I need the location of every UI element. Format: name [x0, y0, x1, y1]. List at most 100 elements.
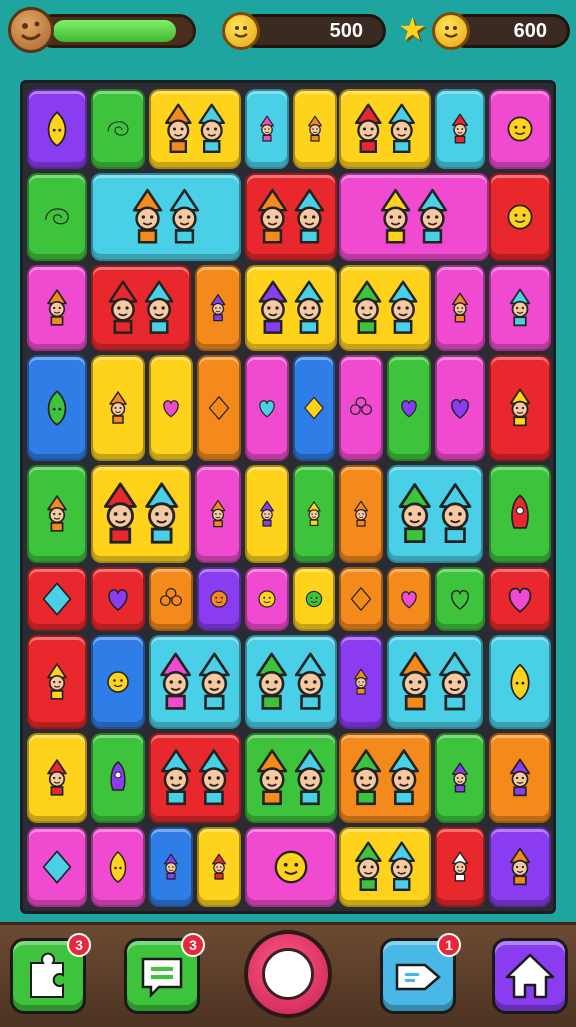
heart-icon	[163, 400, 179, 418]
tile-rocket-green[interactable]	[91, 733, 145, 823]
gnome-pair-icon	[354, 103, 416, 153]
tile-gnome-green[interactable]	[435, 733, 485, 823]
tile-gnome-pair-red[interactable]	[245, 173, 337, 261]
tile-diamond-orange[interactable]	[339, 567, 383, 631]
tile-gnome-orange[interactable]	[339, 465, 383, 563]
tile-diamond-blue[interactable]	[293, 355, 335, 461]
tile-leaf-cyan[interactable]	[489, 635, 551, 729]
tile-gnome-red[interactable]	[489, 355, 551, 461]
tile-gnome-yellow[interactable]	[197, 827, 241, 907]
tile-gnome-red[interactable]	[435, 827, 485, 907]
tile-leaf-purple[interactable]	[27, 89, 87, 169]
tile-heart-green[interactable]	[387, 355, 431, 461]
tile-gnome-pink[interactable]	[195, 465, 241, 563]
tile-heart-pink[interactable]	[245, 355, 289, 461]
tile-heart-red[interactable]	[91, 567, 145, 631]
tile-gnome-pink[interactable]	[489, 265, 551, 351]
gnome-pair-icon	[399, 651, 471, 711]
tile-face-pink[interactable]	[245, 827, 337, 907]
tile-gnome-pair-cyan[interactable]	[91, 173, 241, 261]
tile-gnome-cyan[interactable]	[245, 89, 289, 169]
heart-icon	[401, 400, 417, 418]
tile-diamond-pink[interactable]	[27, 827, 87, 907]
home-button[interactable]	[492, 938, 568, 1014]
leaf-icon	[109, 850, 127, 883]
tile-gnome-pair-pink[interactable]	[339, 173, 489, 261]
face-icon	[274, 850, 308, 884]
tile-gnome-pair-orange[interactable]	[339, 733, 431, 823]
tile-swirl-green[interactable]	[27, 173, 87, 261]
tile-gnome-green[interactable]	[293, 465, 335, 563]
gnome-pair-icon	[256, 652, 326, 710]
tile-gnome-yellow[interactable]	[27, 733, 87, 823]
tile-leaf-pink[interactable]	[91, 827, 145, 907]
face-icon	[305, 590, 323, 608]
tile-gnome-red[interactable]	[27, 635, 87, 729]
tile-gnome-pair-yellow[interactable]	[91, 465, 191, 563]
gnome-icon	[509, 288, 531, 327]
heart-icon	[451, 399, 469, 419]
chat-button[interactable]: 3	[124, 933, 205, 1014]
gnome-pair-icon	[257, 749, 325, 806]
diamond-icon	[42, 582, 72, 616]
tile-face-pink[interactable]	[489, 89, 551, 169]
clover-icon	[160, 588, 182, 606]
tile-face-purple[interactable]	[197, 567, 241, 631]
tile-gnome-purple[interactable]	[339, 635, 383, 729]
ticket-badge: 1	[437, 933, 461, 957]
tile-face-red[interactable]	[489, 173, 551, 261]
cookie-avatar-icon[interactable]	[8, 7, 54, 53]
tile-gnome-pair-yellow[interactable]	[245, 265, 337, 351]
tile-gnome-pink[interactable]	[27, 265, 87, 351]
tile-diamond-red[interactable]	[27, 567, 87, 631]
tile-diamond-orange[interactable]	[197, 355, 241, 461]
tile-gnome-cyan[interactable]	[435, 89, 485, 169]
tile-gnome-pair-cyan[interactable]	[387, 465, 483, 563]
tile-swirl-green[interactable]	[91, 89, 145, 169]
tile-gnome-pair-yellow[interactable]	[339, 827, 431, 907]
gnome-pair-icon	[398, 483, 472, 543]
tile-gnome-pair-cyan[interactable]	[387, 635, 483, 729]
tile-leaf-blue[interactable]	[27, 355, 87, 461]
tile-gnome-pair-red[interactable]	[149, 733, 241, 823]
tile-heart-yellow[interactable]	[149, 355, 193, 461]
tile-face-blue[interactable]	[91, 635, 145, 729]
tile-clover-orange[interactable]	[149, 567, 193, 631]
tile-gnome-pair-red[interactable]	[91, 265, 191, 351]
home-icon	[505, 953, 555, 999]
gnome-pair-icon	[161, 749, 229, 806]
tile-heart-orange[interactable]	[387, 567, 431, 631]
tile-gnome-pair-green[interactable]	[245, 733, 337, 823]
tile-gnome-yellow[interactable]	[293, 89, 337, 169]
tile-gnome-pair-yellow[interactable]	[149, 89, 241, 169]
gnome-pair-icon	[160, 652, 230, 710]
tile-clover-pink[interactable]	[339, 355, 383, 461]
tile-rocket-green[interactable]	[489, 465, 551, 563]
tile-heart-green[interactable]	[435, 567, 485, 631]
tile-heart-pink[interactable]	[435, 355, 485, 461]
tile-gnome-pair-cyan[interactable]	[245, 635, 337, 729]
tile-gnome-pair-yellow[interactable]	[339, 89, 431, 169]
puzzle-button[interactable]: 3	[10, 933, 91, 1014]
tile-gnome-yellow[interactable]	[245, 465, 289, 563]
tile-gnome-yellow[interactable]	[91, 355, 145, 461]
ticket-button[interactable]: 1	[380, 933, 461, 1014]
tile-gnome-orange[interactable]	[195, 265, 241, 351]
leaf-icon	[47, 390, 67, 426]
tile-gnome-orange[interactable]	[489, 733, 551, 823]
tile-gnome-pair-cyan[interactable]	[149, 635, 241, 729]
play-button-inner	[262, 948, 314, 1000]
tile-gnome-blue[interactable]	[149, 827, 193, 907]
tile-face-yellow[interactable]	[293, 567, 335, 631]
play-button[interactable]	[244, 930, 332, 1018]
tile-gnome-pair-yellow[interactable]	[339, 265, 431, 351]
tile-gnome-purple[interactable]	[489, 827, 551, 907]
diamond-icon	[350, 587, 372, 611]
puzzle-badge: 3	[67, 933, 91, 957]
tile-heart-red[interactable]	[489, 567, 551, 631]
tile-gnome-pink[interactable]	[435, 265, 485, 351]
tile-face-pink[interactable]	[245, 567, 289, 631]
tile-gnome-green[interactable]	[27, 465, 87, 563]
heart-icon	[108, 589, 128, 611]
gnome-icon	[47, 663, 67, 700]
